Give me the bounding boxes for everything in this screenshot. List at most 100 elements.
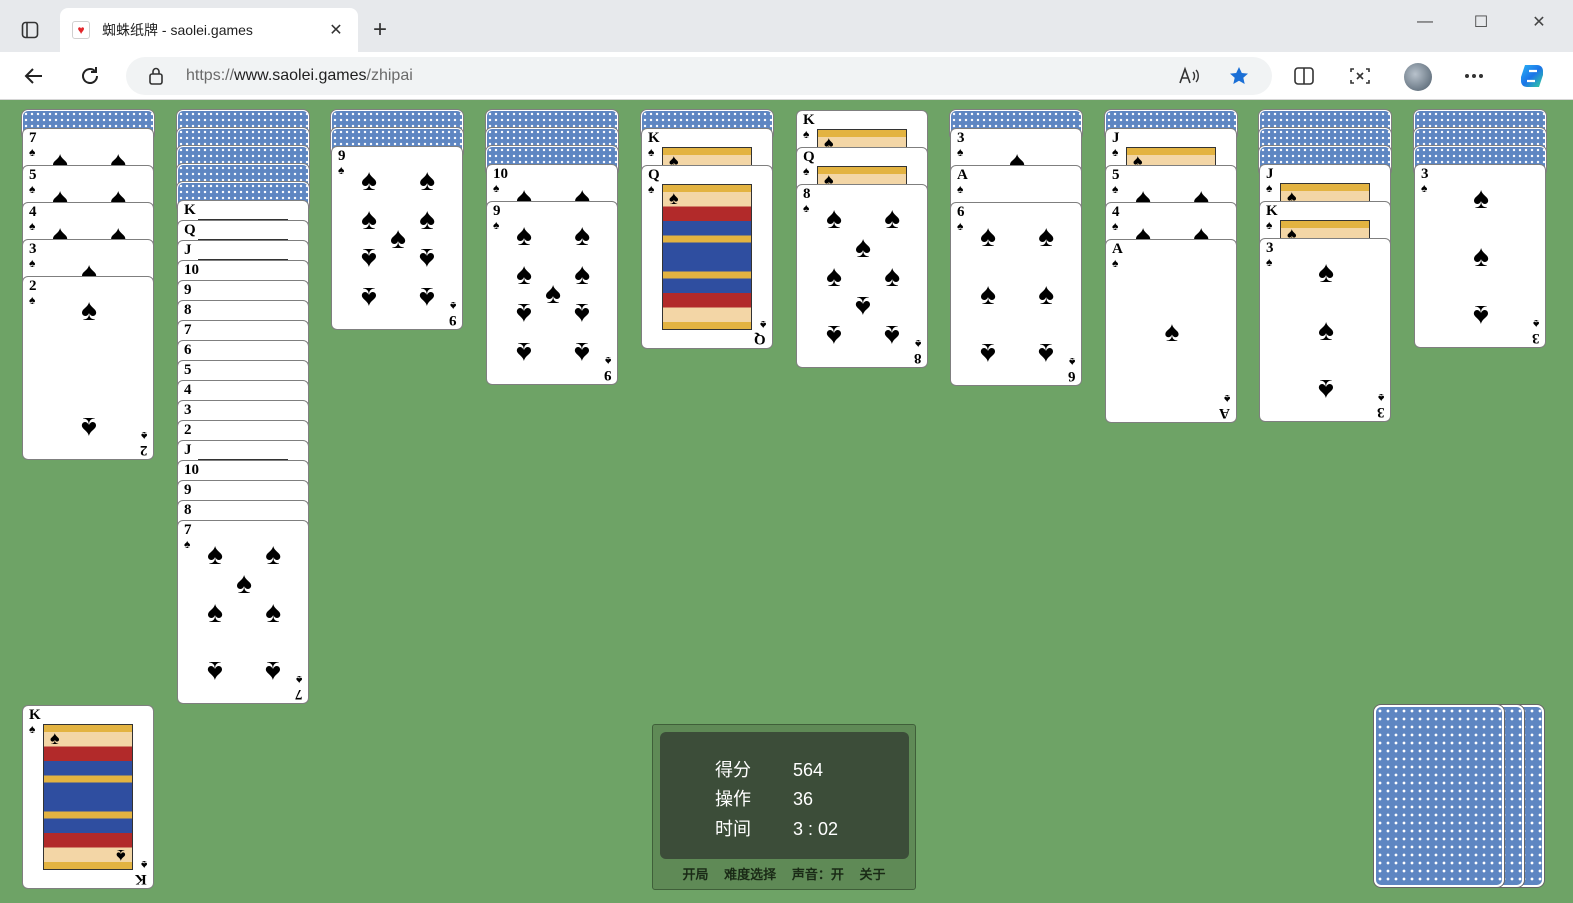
spade-icon: ♠	[1112, 219, 1119, 233]
tab-close-button[interactable]: ✕	[326, 20, 346, 40]
king-portrait: ♠ ♠	[43, 724, 133, 870]
split-screen-icon	[1294, 67, 1314, 85]
time-label: 时间	[715, 819, 751, 839]
copilot-button[interactable]	[1516, 60, 1548, 92]
ellipsis-icon	[1465, 74, 1483, 78]
card-rank: Q	[803, 149, 815, 165]
spade-icon: ♠	[884, 202, 900, 236]
spade-icon: ♠	[957, 145, 964, 159]
read-aloud-button[interactable]	[1176, 63, 1202, 89]
window-close-button[interactable]: ✕	[1524, 10, 1554, 34]
url-host: www.saolei.games	[234, 67, 367, 84]
copilot-icon	[1521, 65, 1543, 87]
time-value: 3 : 02	[793, 819, 839, 839]
spade-icon: ♠	[81, 294, 97, 328]
card-rank: K	[803, 112, 815, 128]
card-rank: 2	[139, 442, 148, 458]
spade-icon: ♠	[1377, 391, 1384, 405]
card-rank: 3	[29, 241, 37, 257]
spade-icon: ♠	[1421, 181, 1428, 195]
score-row: 得分 564	[715, 756, 823, 782]
favorite-button[interactable]	[1226, 63, 1252, 89]
refresh-button[interactable]	[74, 60, 106, 92]
card-2-of-spades[interactable]: 2♠♠♠♠2	[22, 276, 154, 460]
spade-icon: ♠	[1318, 314, 1334, 347]
lock-icon	[149, 67, 163, 85]
difficulty-button[interactable]: 难度选择	[724, 867, 776, 882]
card-9-of-spades[interactable]: 9♠♠♠♠♠♠♠♠♠♠♠9	[331, 146, 463, 330]
spade-icon: ♠	[265, 654, 281, 688]
card-rank: 2	[29, 278, 37, 294]
card-rank: J	[184, 242, 192, 258]
arrow-left-icon	[24, 68, 42, 84]
card-6-of-spades[interactable]: 6♠♠♠♠♠♠♠♠6	[950, 202, 1082, 386]
card-7-of-spades[interactable]: 7♠♠♠♠♠♠♠♠♠7	[177, 520, 309, 704]
card-a-of-spades[interactable]: A♠♠♠A	[1105, 239, 1237, 423]
card-rank: 8	[913, 350, 922, 366]
card-8-of-spades[interactable]: 8♠♠♠♠♠♠♠♠♠♠8	[796, 184, 928, 368]
spade-icon: ♠	[825, 318, 842, 352]
browser-toolbar: https://www.saolei.games/zhipai	[0, 52, 1573, 100]
card-rank: 8	[184, 302, 192, 318]
more-menu-button[interactable]	[1458, 60, 1490, 92]
card-3-of-spades[interactable]: 3♠♠♠♠♠3	[1414, 164, 1546, 348]
maximize-button[interactable]: ☐	[1466, 10, 1496, 34]
spade-icon: ♠	[803, 201, 810, 215]
moves-row: 操作 36	[715, 785, 813, 811]
tab-title: 蜘蛛纸牌 - saolei.games	[102, 22, 253, 38]
spade-icon: ♠	[1473, 182, 1489, 216]
spade-icon: ♠	[390, 222, 406, 255]
tab-actions-button[interactable]	[14, 14, 46, 46]
card-9-of-spades[interactable]: 9♠♠♠♠♠♠♠♠♠♠♠9	[486, 201, 618, 385]
spade-icon: ♠	[50, 728, 60, 748]
profile-avatar[interactable]	[1404, 63, 1432, 91]
score-panel: 得分 564 操作 36 时间 3 : 02 开局 难度选择 声音：开 关于	[652, 724, 916, 890]
card-3-of-spades[interactable]: 3♠♠♠♠♠3	[1259, 238, 1391, 422]
star-filled-icon	[1230, 67, 1248, 84]
address-bar[interactable]: https://www.saolei.games/zhipai	[126, 57, 1272, 95]
moves-value: 36	[793, 789, 814, 809]
card-rank: 3	[1421, 166, 1429, 182]
new-tab-button[interactable]: +	[366, 16, 394, 44]
card-rank: 6	[1067, 368, 1076, 384]
spade-icon: ♠	[419, 164, 435, 198]
spade-icon: ♠	[419, 202, 435, 236]
card-rank: K	[648, 130, 660, 146]
card-rank: K	[184, 202, 196, 218]
spade-icon: ♠	[29, 219, 36, 233]
spade-icon: ♠	[1068, 355, 1075, 369]
about-button[interactable]: 关于	[859, 867, 885, 882]
spade-icon: ♠	[979, 336, 996, 370]
spade-icon: ♠	[803, 164, 810, 178]
card-q-of-spades[interactable]: Q♠♠♠Q	[641, 165, 773, 349]
time-row: 时间 3 : 02	[715, 815, 838, 841]
active-tab[interactable]: ♥ 蜘蛛纸牌 - saolei.games ✕	[60, 8, 358, 52]
minimize-button[interactable]: —	[1410, 10, 1440, 34]
moves-label: 操作	[715, 789, 751, 809]
spade-icon: ♠	[236, 567, 252, 601]
sound-toggle-button[interactable]: 声音：开	[792, 867, 844, 882]
card-rank: A	[1112, 241, 1123, 257]
screenshot-button[interactable]	[1344, 60, 1376, 92]
card-rank: 5	[1112, 167, 1120, 183]
card-suit-icon: ♠	[29, 722, 36, 736]
spade-icon: ♠	[855, 289, 871, 323]
spade-icon: ♠	[265, 538, 281, 572]
back-button[interactable]	[18, 60, 50, 92]
spade-icon: ♠	[825, 202, 842, 236]
stock-pile[interactable]	[1374, 705, 1504, 887]
split-screen-button[interactable]	[1288, 60, 1320, 92]
card-suit-icon: ♠	[140, 858, 147, 872]
spade-icon: ♠	[1318, 256, 1334, 290]
spade-icon: ♠	[493, 181, 500, 195]
spade-icon: ♠	[648, 182, 655, 196]
spade-icon: ♠	[1038, 278, 1054, 311]
card-rank: 10	[184, 262, 199, 278]
spade-icon: ♠	[1112, 182, 1119, 196]
card-rank: 9	[184, 282, 192, 298]
new-game-button[interactable]: 开局	[683, 867, 709, 882]
spade-icon: ♠	[545, 277, 561, 310]
spade-icon: ♠	[265, 596, 281, 629]
card-rank: A	[1219, 405, 1230, 421]
card-rank: Q	[648, 167, 660, 183]
